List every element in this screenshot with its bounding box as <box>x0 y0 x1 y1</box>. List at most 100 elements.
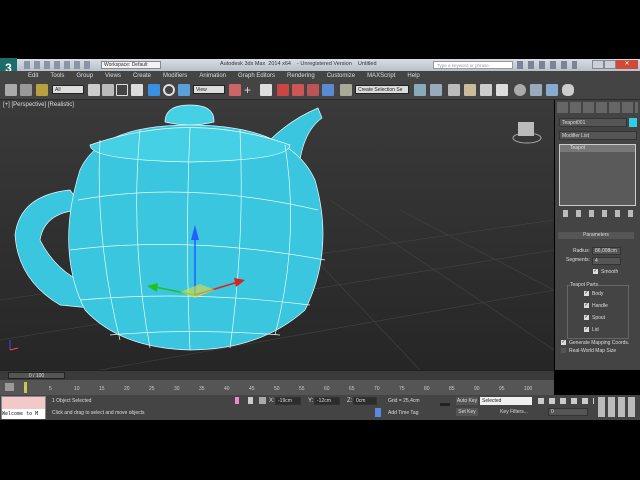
menu-group[interactable]: Group <box>70 71 99 81</box>
menu-modifiers[interactable]: Modifiers <box>157 71 193 81</box>
timeline-tick-label: 40 <box>224 386 230 392</box>
perspective-viewport[interactable]: [+] [Perspective] [Realistic] <box>0 100 554 370</box>
time-slider-thumb[interactable]: 0 / 100 <box>8 372 65 379</box>
object-color-swatch[interactable] <box>629 118 637 127</box>
auto-key-button[interactable]: Auto Key <box>456 397 478 405</box>
edit-named-selection-icon[interactable] <box>340 84 352 96</box>
selection-filter-dropdown[interactable]: All <box>52 85 84 94</box>
layer-manager-icon[interactable] <box>448 84 460 96</box>
curve-editor-icon[interactable] <box>480 84 492 96</box>
stack-item-teapot[interactable]: Teapot <box>560 145 635 152</box>
real-world-map-checkbox[interactable]: Real-World Map Size <box>561 348 616 355</box>
menu-help[interactable]: Help <box>401 71 425 81</box>
pivot-icon[interactable] <box>229 84 241 96</box>
menu-bar: Edit Tools Group Views Create Modifiers Animat… <box>0 71 640 81</box>
set-key-icon[interactable] <box>440 403 450 406</box>
menu-graph-editors[interactable]: Graph Editors <box>232 71 281 81</box>
object-name-field[interactable]: Teapot001 <box>559 118 627 127</box>
menu-rendering[interactable]: Rendering <box>281 71 321 81</box>
link-icon[interactable] <box>5 84 17 96</box>
search-input[interactable]: Type a keyword or phrase <box>433 61 513 69</box>
schematic-view-icon[interactable] <box>496 84 508 96</box>
menu-edit[interactable]: Edit <box>22 71 44 81</box>
add-time-tag[interactable]: Add Time Tag <box>388 410 418 416</box>
percent-snap-icon[interactable] <box>307 84 319 96</box>
close-button[interactable]: ✕ <box>616 60 638 69</box>
lock-selection-icon[interactable] <box>248 397 253 404</box>
select-by-name-icon[interactable] <box>102 84 114 96</box>
snaps-toggle-icon[interactable] <box>277 84 289 96</box>
scene-explorer-icon[interactable] <box>464 84 476 96</box>
spinner-snap-icon[interactable] <box>322 84 334 96</box>
menu-tools[interactable]: Tools <box>44 71 70 81</box>
time-tag-icon[interactable] <box>375 408 381 417</box>
workspace-dropdown[interactable]: Workspace: Default <box>101 61 161 69</box>
scale-icon[interactable] <box>178 84 190 96</box>
unlink-icon[interactable] <box>20 84 32 96</box>
render-teapot-icon[interactable] <box>562 84 574 96</box>
window-crossing-icon[interactable] <box>131 84 143 96</box>
menu-maxscript[interactable]: MAXScript <box>361 71 401 81</box>
viewport-navigation-controls[interactable] <box>598 397 638 417</box>
radius-label: Radius: <box>573 248 590 254</box>
set-key-button[interactable]: Set Key <box>456 408 478 416</box>
reference-coordinate-dropdown[interactable]: View <box>193 85 225 94</box>
absolute-mode-icon[interactable] <box>259 397 266 404</box>
stack-tools[interactable] <box>563 210 633 217</box>
rendered-frame-icon[interactable] <box>546 84 558 96</box>
bind-space-warp-icon[interactable] <box>36 84 48 96</box>
menu-create[interactable]: Create <box>127 71 157 81</box>
timeline-tick-label: 100 <box>524 386 533 392</box>
key-mode-dropdown[interactable]: Selected <box>480 397 532 405</box>
timeline-tick-label: 5 <box>49 386 52 392</box>
maximize-button[interactable] <box>604 60 616 69</box>
isolate-icon[interactable] <box>235 397 239 404</box>
timeline-tick-label: 75 <box>399 386 405 392</box>
command-panel-tabs[interactable] <box>557 102 638 113</box>
radius-spinner[interactable]: 86,008cm <box>592 247 621 255</box>
segments-spinner[interactable]: 4 <box>592 257 621 265</box>
parameters-rollout[interactable]: Parameters <box>558 232 634 239</box>
handle-checkbox[interactable]: ✓ Handle <box>584 303 608 310</box>
status-bar: Welcome to M 1 Object Selected Click and… <box>0 395 640 420</box>
select-object-icon[interactable] <box>88 84 100 96</box>
timeline-tick-label: 90 <box>474 386 480 392</box>
mirror-icon[interactable] <box>414 84 426 96</box>
quick-access-icons[interactable] <box>24 61 94 69</box>
minimize-button[interactable] <box>592 60 604 69</box>
named-selection-dropdown[interactable]: Create Selection Se <box>355 85 409 94</box>
key-filters-button[interactable]: Key Filters... <box>494 408 534 416</box>
material-editor-icon[interactable] <box>514 84 526 96</box>
teapot-parts-label: Teapot Parts <box>570 282 599 289</box>
align-icon[interactable] <box>430 84 442 96</box>
y-label: Y: <box>308 398 314 404</box>
move-icon[interactable] <box>148 84 160 96</box>
maxscript-listener[interactable]: Welcome to M <box>1 396 46 419</box>
modifier-list-dropdown[interactable]: Modifier List <box>559 131 637 140</box>
menu-animation[interactable]: Animation <box>193 71 232 81</box>
current-frame-field[interactable]: 0 <box>548 408 588 416</box>
manipulate-icon[interactable]: + <box>244 84 256 96</box>
maxscript-output[interactable]: Welcome to M <box>2 409 45 419</box>
rectangle-selection-icon[interactable] <box>116 84 128 96</box>
mini-curve-editor-icon[interactable] <box>5 383 14 391</box>
smooth-checkbox[interactable]: ✓ Smooth <box>593 269 618 276</box>
help-icons[interactable] <box>517 61 577 69</box>
y-coordinate[interactable]: -12cm <box>314 397 340 405</box>
z-coordinate[interactable]: 0cm <box>353 397 377 405</box>
rotate-icon[interactable] <box>163 84 175 96</box>
track-bar[interactable]: 0 5 10 15 20 25 30 35 40 45 50 55 60 65 70 75 80 85 90 95 10… <box>0 380 554 395</box>
menu-customize[interactable]: Customize <box>321 71 361 81</box>
generate-mapping-checkbox[interactable]: ✓ Generate Mapping Coords. <box>561 340 629 347</box>
spout-checkbox[interactable]: ✓ Spout <box>584 315 605 322</box>
time-slider[interactable]: 0 / 100 <box>0 370 554 380</box>
playback-controls[interactable] <box>538 398 594 404</box>
render-setup-icon[interactable] <box>530 84 542 96</box>
keyboard-shortcut-icon[interactable] <box>260 84 272 96</box>
menu-views[interactable]: Views <box>99 71 127 81</box>
body-checkbox[interactable]: ✓ Body <box>584 291 603 298</box>
modifier-stack[interactable]: Teapot <box>559 144 636 206</box>
angle-snap-icon[interactable] <box>292 84 304 96</box>
x-coordinate[interactable]: -19cm <box>275 397 301 405</box>
lid-checkbox[interactable]: ✓ Lid <box>584 327 599 334</box>
